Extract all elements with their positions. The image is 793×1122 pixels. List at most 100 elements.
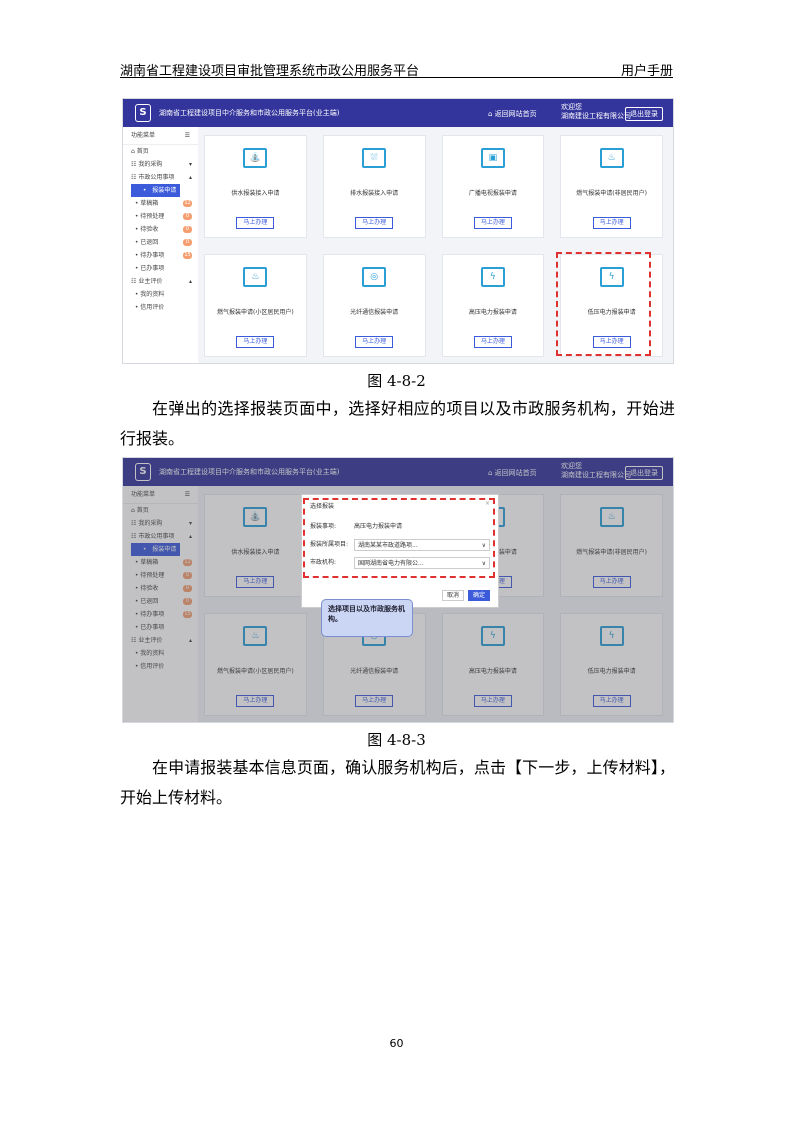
drain-icon: ⛆	[362, 148, 387, 168]
service-card: ♨ 燃气报装申请(非居民用户) 马上办理	[560, 135, 663, 238]
paragraph-1: 在弹出的选择报装页面中，选择好相应的项目以及市政服务机构，开始进行报装。	[120, 399, 675, 448]
service-card: ⛆ 排水报装接入申请马上办理	[322, 135, 426, 238]
figure-caption-2: 图 4-8-3	[367, 731, 426, 749]
cancel-button[interactable]: 取消	[442, 590, 464, 601]
service-card-name: 排水报装接入申请	[350, 190, 399, 197]
sidebar-item[interactable]: ☷ 市政公用事项 ▴	[123, 171, 198, 184]
sidebar-item[interactable]: • 待办事项 15	[123, 249, 198, 262]
service-card: ♨ 燃气报装申请(小区居民用户) 马上办理	[204, 254, 307, 357]
screenshot-1: S 湖南省工程建设项目中介服务和市政公用服务平台(业主端) ⌂ 返回网站首页 欢…	[122, 98, 674, 364]
sidebar-item-label: 待办事项	[140, 252, 165, 259]
sidebar-item[interactable]: • 待预处理 0	[123, 210, 198, 223]
sidebar-item-label: 报装申请	[152, 187, 177, 194]
sidebar-item[interactable]: • 已退回 0	[123, 236, 198, 249]
header-rule	[120, 77, 673, 78]
fiber-icon: ◎	[362, 267, 387, 287]
tv-icon: ▣	[480, 148, 505, 168]
sidebar-item[interactable]: • 信用评价	[123, 301, 198, 314]
service-card: ϟ 高压电力报装申请马上办理	[441, 254, 545, 357]
sidebar-item-icon: •	[134, 213, 139, 220]
logout-button[interactable]: 退出登录	[625, 107, 663, 121]
sidebar-header: 功能菜单 ☰	[123, 127, 198, 145]
count-badge: 12	[183, 200, 192, 207]
sidebar-item-label: 业主评价	[138, 278, 163, 285]
sidebar-item-icon: •	[134, 304, 139, 311]
sidebar-item[interactable]: • 我的资料	[123, 288, 198, 301]
sidebar-item-icon: •	[134, 291, 139, 298]
count-badge: 15	[183, 252, 192, 259]
gas-icon: ♨	[599, 148, 624, 168]
apply-now-button[interactable]: 马上办理	[592, 217, 631, 229]
callout-note: 选择项目以及市政服务机构。	[321, 599, 413, 637]
apply-now-button[interactable]: 马上办理	[236, 217, 275, 229]
sidebar-item-label: 我的采购	[138, 161, 163, 168]
service-card-name: 高压电力报装申请	[468, 309, 517, 316]
page-header: 湖南省工程建设项目审批管理系统市政公用服务平台 用户手册	[120, 60, 673, 79]
tap-icon: ⛲	[243, 148, 268, 168]
sidebar-item[interactable]: • 草稿箱 12	[123, 197, 198, 210]
service-card-name: 燃气报装申请(非居民用户)	[576, 190, 647, 197]
sidebar-item-label: 待验收	[140, 226, 159, 233]
menu-icon[interactable]: ☰	[185, 127, 190, 144]
sidebar-item[interactable]: ☷ 我的采购 ▾	[123, 158, 198, 171]
sidebar-item-label: 草稿箱	[140, 200, 159, 207]
app-topbar: S 湖南省工程建设项目中介服务和市政公用服务平台(业主端) ⌂ 返回网站首页 欢…	[123, 99, 673, 127]
power-icon: ϟ	[480, 267, 505, 287]
apply-now-button[interactable]: 马上办理	[473, 336, 512, 348]
app-title: 湖南省工程建设项目中介服务和市政公用服务平台(业主端)	[159, 109, 340, 117]
gas-icon: ♨	[243, 267, 268, 287]
sidebar-item-icon: •	[134, 265, 139, 272]
page-number: 60	[389, 1037, 404, 1050]
service-card: ▣ 广播电视报装申请马上办理	[441, 135, 545, 238]
dialog-buttons: 取消 确定	[442, 590, 490, 601]
figure-caption-1: 图 4-8-2	[367, 372, 426, 390]
sidebar-item-icon: ☷	[131, 161, 137, 168]
apply-now-button[interactable]: 马上办理	[355, 336, 394, 348]
service-card-name: 燃气报装申请(小区居民用户)	[217, 309, 294, 316]
sidebar-item[interactable]: • 待验收 0	[123, 223, 198, 236]
sidebar-item-icon: •	[138, 187, 151, 194]
sidebar-item-label: 已退回	[140, 239, 159, 246]
sidebar-item-label: 信用评价	[140, 304, 165, 311]
service-card: ⛲ 供水报装接入申请 马上办理	[204, 135, 307, 238]
header-left: 湖南省工程建设项目审批管理系统市政公用服务平台	[120, 64, 420, 79]
app-logo-icon: S	[135, 104, 151, 122]
sidebar-item-label: 我的资料	[140, 291, 165, 298]
sidebar-list: ⌂ 首页 ☷ 我的采购 ▾ ☷ 市政公用事项 ▴ • 报装申请 • 草稿箱 12 • 待预…	[123, 145, 198, 314]
header-right: 用户手册	[620, 64, 673, 79]
apply-now-button[interactable]: 马上办理	[355, 217, 394, 229]
sidebar-item-label: 待预处理	[140, 213, 165, 220]
service-card-name: 广播电视报装申请	[468, 190, 517, 197]
sidebar-item-icon: ☷	[131, 174, 137, 181]
highlight-box	[556, 252, 651, 356]
service-card-name: 光纤通信报装申请	[350, 309, 399, 316]
sidebar-item[interactable]: • 报装申请	[123, 184, 198, 197]
apply-now-button[interactable]: 马上办理	[236, 336, 275, 348]
sidebar: 功能菜单 ☰ ⌂ 首页 ☷ 我的采购 ▾ ☷ 市政公用事项 ▴ • 报装申请 • 草稿箱 1…	[123, 127, 198, 363]
sidebar-item-icon: ☷	[131, 278, 137, 285]
screenshot-2: S 湖南省工程建设项目中介服务和市政公用服务平台(业主端) ⌂ 返回网站首页 欢…	[122, 457, 674, 723]
count-badge: 0	[183, 213, 192, 220]
sidebar-item-icon: •	[134, 226, 139, 233]
sidebar-item-icon: •	[134, 239, 139, 246]
highlight-box	[303, 498, 495, 578]
sidebar-item[interactable]: ⌂ 首页	[123, 145, 198, 158]
chevron-icon: ▴	[188, 278, 192, 285]
sidebar-item-label: 首页	[136, 148, 149, 155]
home-link[interactable]: ⌂ 返回网站首页	[488, 109, 537, 119]
sidebar-item-label: 已办事项	[140, 265, 165, 272]
confirm-button[interactable]: 确定	[468, 590, 490, 601]
sidebar-item[interactable]: ☷ 业主评价 ▴	[123, 275, 198, 288]
paragraph-2: 在申请报装基本信息页面，确认服务机构后，点击【下一步，上传材料】，开始上传材料。	[120, 758, 675, 807]
count-badge: 0	[183, 226, 192, 233]
user-info: 欢迎您 湖南建设工程有限公司	[561, 103, 631, 120]
chevron-icon: ▾	[188, 161, 192, 168]
apply-now-button[interactable]: 马上办理	[473, 217, 512, 229]
chevron-icon: ▴	[188, 174, 192, 181]
sidebar-item-label: 市政公用事项	[138, 174, 175, 181]
service-card: ◎ 光纤通信报装申请马上办理	[322, 254, 426, 357]
sidebar-item-icon: ⌂	[131, 148, 135, 155]
sidebar-item[interactable]: • 已办事项	[123, 262, 198, 275]
count-badge: 0	[183, 239, 192, 246]
sidebar-item-icon: •	[134, 252, 139, 259]
